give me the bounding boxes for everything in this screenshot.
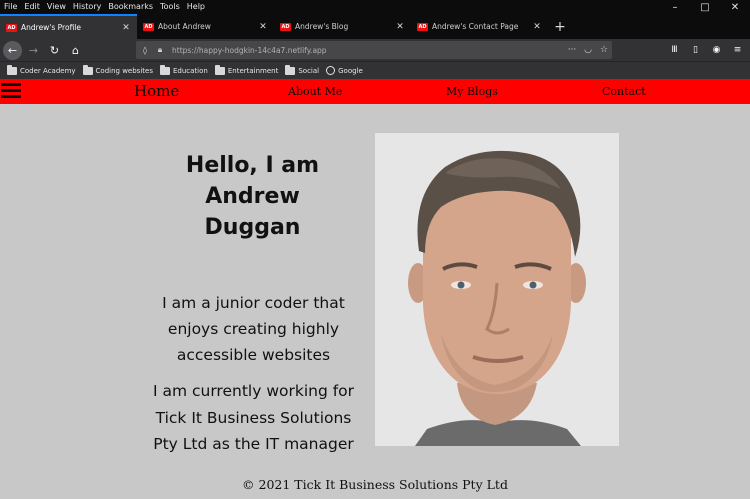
url-bar[interactable]: ◊ 🔒︎ https://happy-hodgkin-14c4a7.netlif… xyxy=(136,41,612,59)
new-tab-icon[interactable]: + xyxy=(548,14,572,39)
close-tab-icon[interactable]: ✕ xyxy=(258,22,268,32)
window-controls: – □ ✕ xyxy=(660,0,750,14)
account-icon[interactable]: ◉ xyxy=(706,41,727,59)
hamburger-menu-icon[interactable]: ≡ xyxy=(727,41,748,59)
menu-tools[interactable]: Tools xyxy=(157,0,184,14)
tab-title: Andrew's Contact Page xyxy=(432,22,519,31)
bookmark-label: Coding websites xyxy=(95,66,153,75)
page-title: Hello, I am Andrew Duggan xyxy=(150,150,355,243)
intro-line: I am a junior coder that xyxy=(162,294,345,312)
menu-view[interactable]: View xyxy=(43,0,69,14)
close-tab-icon[interactable]: ✕ xyxy=(395,22,405,32)
forward-icon[interactable]: → xyxy=(24,41,43,60)
tab-title: Andrew's Blog xyxy=(295,22,349,31)
home-icon[interactable]: ⌂ xyxy=(66,41,85,60)
navigation-toolbar: ← → ↻ ⌂ ◊ 🔒︎ https://happy-hodgkin-14c4a… xyxy=(0,39,750,61)
pocket-icon[interactable]: ◡ xyxy=(580,45,596,55)
portrait-illustration xyxy=(375,133,619,446)
site-favicon-icon: AD xyxy=(143,22,154,31)
page-content: Hello, I am Andrew Duggan I am a junior … xyxy=(0,104,750,499)
intro-line: accessible websites xyxy=(176,346,331,364)
tab-andrews-profile[interactable]: AD Andrew's Profile ✕ xyxy=(0,14,137,39)
job-paragraph: I am currently working for Tick It Busin… xyxy=(130,378,377,458)
globe-icon xyxy=(326,66,336,75)
reload-icon[interactable]: ↻ xyxy=(45,41,64,60)
bookmark-entertainment[interactable]: Entertainment xyxy=(214,64,279,75)
menu-file[interactable]: File xyxy=(0,0,21,14)
menu-help[interactable]: Help xyxy=(183,0,208,14)
tab-andrews-blog[interactable]: AD Andrew's Blog ✕ xyxy=(274,14,411,39)
site-favicon-icon: AD xyxy=(6,23,17,32)
bookmark-label: Google xyxy=(338,66,363,75)
menu-history[interactable]: History xyxy=(69,0,104,14)
nav-link-contact[interactable]: Contact xyxy=(602,79,646,104)
site-favicon-icon: AD xyxy=(280,22,291,31)
close-window-icon[interactable]: ✕ xyxy=(720,0,750,14)
url-text[interactable]: https://happy-hodgkin-14c4a7.netlify.app xyxy=(172,46,327,55)
title-line: Hello, I am xyxy=(185,153,320,178)
bookmark-label: Education xyxy=(172,66,208,75)
tab-andrews-contact-page[interactable]: AD Andrew's Contact Page ✕ xyxy=(411,14,548,39)
title-line: Duggan xyxy=(204,215,301,240)
minimize-icon[interactable]: – xyxy=(660,0,690,14)
bookmarks-toolbar: Coder Academy Coding websites Education … xyxy=(0,61,750,79)
title-line: Andrew xyxy=(205,184,300,209)
folder-icon xyxy=(214,64,225,75)
profile-photo xyxy=(375,133,619,446)
hamburger-menu-icon[interactable] xyxy=(1,83,21,99)
sidebar-icon[interactable]: ▯ xyxy=(685,41,706,59)
site-favicon-icon: AD xyxy=(417,22,428,31)
tab-strip: AD Andrew's Profile ✕ AD About Andrew ✕ … xyxy=(0,14,750,39)
bookmark-education[interactable]: Education xyxy=(159,64,208,75)
close-tab-icon[interactable]: ✕ xyxy=(532,22,542,32)
job-line: I am currently working for xyxy=(152,382,355,400)
bookmark-label: Coder Academy xyxy=(20,66,76,75)
intro-line: enjoys creating highly xyxy=(167,320,340,338)
site-navigation: Home About Me My Blogs Contact xyxy=(0,79,750,104)
close-tab-icon[interactable]: ✕ xyxy=(121,23,131,33)
job-line: Pty Ltd as the IT manager xyxy=(153,435,354,453)
folder-icon xyxy=(159,64,170,75)
menu-bar: File Edit View History Bookmarks Tools H… xyxy=(0,0,750,14)
bookmark-label: Entertainment xyxy=(227,66,279,75)
tab-title: Andrew's Profile xyxy=(21,23,81,32)
tab-title: About Andrew xyxy=(158,22,211,31)
maximize-icon[interactable]: □ xyxy=(690,0,720,14)
nav-link-home[interactable]: Home xyxy=(134,79,179,104)
bookmark-coding-websites[interactable]: Coding websites xyxy=(82,64,153,75)
bookmark-label: Social xyxy=(298,66,320,75)
library-icon[interactable]: Ⅲ xyxy=(664,41,685,59)
job-line: Tick It Business Solutions xyxy=(155,408,352,427)
nav-link-my-blogs[interactable]: My Blogs xyxy=(446,79,498,104)
bookmark-google[interactable]: Google xyxy=(326,66,363,75)
bookmark-social[interactable]: Social xyxy=(285,64,320,75)
folder-icon xyxy=(285,64,296,75)
back-icon[interactable]: ← xyxy=(3,40,22,60)
footer-copyright: © 2021 Tick It Business Solutions Pty Lt… xyxy=(242,477,508,492)
lock-icon[interactable]: 🔒︎ xyxy=(154,45,166,55)
tab-about-andrew[interactable]: AD About Andrew ✕ xyxy=(137,14,274,39)
shield-icon[interactable]: ◊ xyxy=(139,46,151,55)
nav-link-about-me[interactable]: About Me xyxy=(288,79,342,104)
menu-bookmarks[interactable]: Bookmarks xyxy=(105,0,157,14)
page-actions-icon[interactable]: ··· xyxy=(564,45,580,55)
folder-icon xyxy=(82,64,93,75)
menu-edit[interactable]: Edit xyxy=(21,0,44,14)
intro-paragraph: I am a junior coder that enjoys creating… xyxy=(136,290,371,368)
bookmark-coder-academy[interactable]: Coder Academy xyxy=(7,64,76,75)
bookmark-star-icon[interactable]: ☆ xyxy=(596,45,612,55)
folder-icon xyxy=(7,64,17,75)
